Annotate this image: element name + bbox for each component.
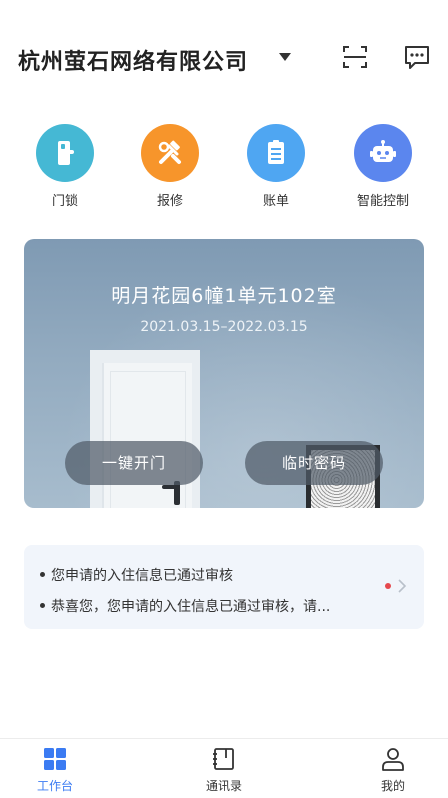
door-lock-circle (36, 124, 94, 182)
door-lock-icon (58, 141, 74, 165)
repair-circle (141, 124, 199, 182)
bottom-tab-bar: 工作台 通讯录 我的 (0, 738, 448, 798)
notice-card[interactable]: 您申请的入住信息已通过审核 恭喜您，您申请的入住信息已通过审核，请... (24, 545, 424, 629)
quick-action-label: 报修 (156, 194, 183, 209)
quick-actions: 门锁 报修 账单 智能控制 (0, 124, 448, 214)
notice-text: 您申请的入住信息已通过审核 (51, 568, 233, 584)
quick-action-door-lock[interactable]: 门锁 (20, 124, 110, 209)
unread-dot-icon (385, 583, 391, 589)
temporary-password-button[interactable]: 临时密码 (245, 441, 383, 485)
tab-mine[interactable]: 我的 (338, 739, 448, 798)
quick-action-label: 门锁 (51, 194, 78, 209)
bullet-icon (40, 572, 45, 577)
quick-action-bill[interactable]: 账单 (231, 124, 321, 209)
room-card: 明月花园6幢1单元102室 2021.03.15–2022.03.15 一键开门… (24, 239, 424, 508)
door-illustration (102, 363, 192, 508)
tab-label: 我的 (380, 779, 405, 793)
smart-control-circle (354, 124, 412, 182)
tab-label: 工作台 (36, 779, 73, 793)
chevron-right-icon[interactable] (394, 578, 410, 594)
tab-workbench[interactable]: 工作台 (0, 739, 110, 798)
company-dropdown-caret-icon[interactable] (279, 53, 291, 61)
robot-icon (370, 140, 396, 162)
bill-icon (268, 140, 284, 164)
quick-action-label: 账单 (262, 194, 289, 209)
bullet-icon (40, 603, 45, 608)
tab-contacts[interactable]: 通讯录 (169, 739, 279, 798)
message-icon[interactable] (402, 42, 432, 72)
notice-item: 您申请的入住信息已通过审核 (40, 565, 233, 585)
quick-action-smart-control[interactable]: 智能控制 (338, 124, 428, 209)
notice-item: 恭喜您，您申请的入住信息已通过审核，请... (40, 596, 330, 616)
grid-icon (44, 748, 66, 770)
lease-dates: 2021.03.15–2022.03.15 (140, 319, 308, 335)
quick-action-repair[interactable]: 报修 (125, 124, 215, 209)
quick-action-label: 智能控制 (356, 194, 409, 209)
contacts-book-icon (213, 748, 234, 770)
top-header: 杭州萤石网络有限公司 (0, 0, 448, 110)
bill-circle (247, 124, 305, 182)
scan-icon[interactable] (340, 42, 370, 72)
tab-label: 通讯录 (205, 779, 242, 793)
room-title: 明月花园6幢1单元102室 (111, 285, 337, 307)
notice-text: 恭喜您，您申请的入住信息已通过审核，请... (51, 599, 331, 615)
one-key-unlock-button[interactable]: 一键开门 (65, 441, 203, 485)
person-icon (382, 748, 404, 771)
company-name[interactable]: 杭州萤石网络有限公司 (18, 44, 248, 76)
repair-tools-icon (158, 140, 181, 164)
